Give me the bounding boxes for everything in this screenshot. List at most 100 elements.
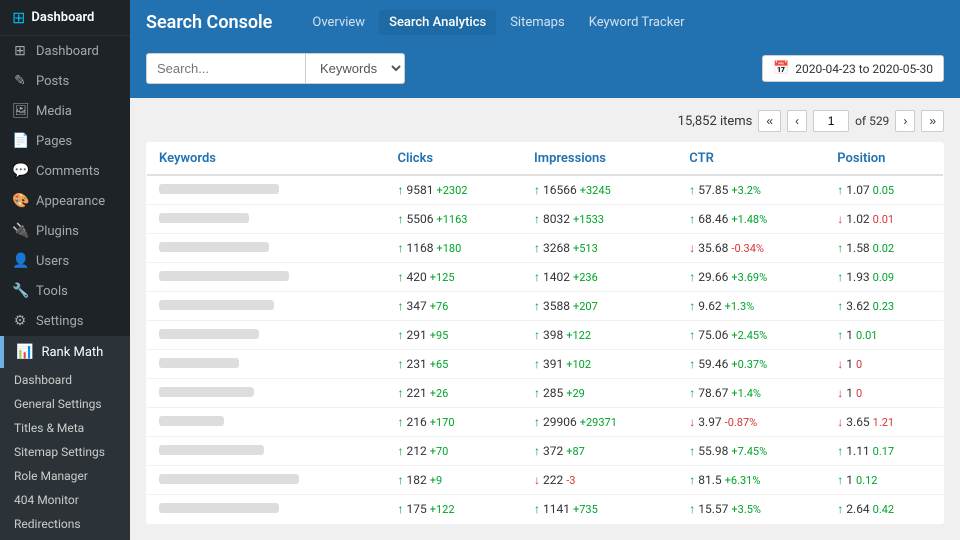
- impressions-value: 3268: [543, 241, 570, 255]
- ctr-cell: 78.67 +1.4%: [677, 379, 825, 408]
- clicks-cell: 9581 +2302: [386, 175, 523, 205]
- sidebar-item-rm-redirections[interactable]: Redirections: [0, 512, 130, 536]
- ctr-cell: 29.66 +3.69%: [677, 263, 825, 292]
- impressions-arrow: [534, 212, 540, 226]
- next-page-button[interactable]: ›: [895, 110, 915, 132]
- position-delta: 0: [856, 387, 862, 400]
- sidebar-item-plugins[interactable]: 🔌 Plugins: [0, 216, 130, 246]
- sidebar-item-rm-404[interactable]: 404 Monitor: [0, 488, 130, 512]
- sidebar-item-posts[interactable]: ✎ Posts: [0, 66, 130, 96]
- media-icon: 🖼: [12, 103, 28, 119]
- tab-overview[interactable]: Overview: [302, 10, 375, 35]
- ctr-delta: +1.48%: [731, 213, 767, 226]
- sidebar-item-media[interactable]: 🖼 Media: [0, 96, 130, 126]
- sidebar-item-rm-search-console[interactable]: Search Console: [0, 536, 130, 540]
- tab-search-analytics[interactable]: Search Analytics: [379, 10, 496, 35]
- last-page-button[interactable]: »: [921, 110, 944, 132]
- clicks-arrow: [398, 328, 404, 342]
- clicks-delta: +170: [430, 416, 455, 429]
- current-page-input[interactable]: [813, 110, 849, 132]
- position-arrow: [837, 270, 843, 284]
- col-header-clicks[interactable]: Clicks: [386, 143, 523, 176]
- sidebar-item-comments[interactable]: 💬 Comments: [0, 156, 130, 186]
- keyword-cell: [147, 175, 386, 205]
- sidebar-item-users[interactable]: 👤 Users: [0, 246, 130, 276]
- first-page-button[interactable]: «: [758, 110, 781, 132]
- sidebar-item-label: Tools: [36, 284, 68, 299]
- tab-sitemaps[interactable]: Sitemaps: [500, 10, 575, 35]
- ctr-arrow: [689, 473, 695, 487]
- position-value: 1: [846, 328, 853, 342]
- rm-404-label: 404 Monitor: [14, 493, 79, 507]
- ctr-delta: +3.5%: [731, 503, 761, 516]
- sidebar-item-pages[interactable]: 📄 Pages: [0, 126, 130, 156]
- sidebar-item-settings[interactable]: ⚙ Settings: [0, 306, 130, 336]
- table-row: 9581 +2302 16566 +3245 57.85 +3.2% 1.07 …: [147, 175, 944, 205]
- clicks-cell: 212 +70: [386, 437, 523, 466]
- impressions-value: 398: [543, 328, 563, 342]
- ctr-cell: 35.68 -0.34%: [677, 234, 825, 263]
- sidebar-item-rm-general[interactable]: General Settings: [0, 392, 130, 416]
- sidebar-logo[interactable]: ⊞ Dashboard: [0, 0, 130, 36]
- table-row: 347 +76 3588 +207 9.62 +1.3% 3.62 0.23: [147, 292, 944, 321]
- prev-page-button[interactable]: ‹: [787, 110, 807, 132]
- rm-titles-label: Titles & Meta: [14, 421, 84, 435]
- ctr-delta: -0.87%: [725, 416, 758, 429]
- keyword-cell: [147, 263, 386, 292]
- position-arrow: [837, 241, 843, 255]
- sidebar-item-rm-dashboard[interactable]: Dashboard: [0, 368, 130, 392]
- sidebar-item-label: Plugins: [36, 224, 79, 239]
- impressions-arrow: [534, 473, 540, 487]
- tab-keyword-tracker[interactable]: Keyword Tracker: [579, 10, 695, 35]
- col-header-ctr[interactable]: CTR: [677, 143, 825, 176]
- ctr-value: 57.85: [698, 183, 728, 197]
- position-delta: 0.12: [856, 474, 877, 487]
- impressions-value: 16566: [543, 183, 577, 197]
- position-cell: 1.02 0.01: [825, 205, 943, 234]
- keyword-cell: [147, 437, 386, 466]
- impressions-value: 391: [543, 357, 563, 371]
- position-cell: 2.64 0.42: [825, 495, 943, 524]
- sidebar-item-rm-sitemap[interactable]: Sitemap Settings: [0, 440, 130, 464]
- impressions-arrow: [534, 299, 540, 313]
- position-cell: 1.58 0.02: [825, 234, 943, 263]
- position-arrow: [837, 502, 843, 516]
- table-row: 5506 +1163 8032 +1533 68.46 +1.48% 1.02 …: [147, 205, 944, 234]
- impressions-arrow: [534, 357, 540, 371]
- impressions-cell: 222 -3: [522, 466, 677, 495]
- position-delta: 0.42: [873, 503, 894, 516]
- ctr-delta: +2.45%: [731, 329, 767, 342]
- position-delta: 0.09: [873, 271, 894, 284]
- search-input[interactable]: [146, 53, 306, 84]
- col-header-impressions[interactable]: Impressions: [522, 143, 677, 176]
- position-arrow: [837, 444, 843, 458]
- page-title: Search Console: [146, 12, 272, 33]
- sidebar-item-rm-role[interactable]: Role Manager: [0, 464, 130, 488]
- settings-icon: ⚙: [12, 313, 28, 329]
- search-dropdown[interactable]: Keywords: [306, 53, 405, 84]
- sidebar-item-appearance[interactable]: 🎨 Appearance: [0, 186, 130, 216]
- col-header-keywords[interactable]: Keywords: [147, 143, 386, 176]
- sidebar-item-rm-titles[interactable]: Titles & Meta: [0, 416, 130, 440]
- col-header-position[interactable]: Position: [825, 143, 943, 176]
- position-arrow: [837, 299, 843, 313]
- clicks-value: 221: [407, 386, 427, 400]
- date-picker[interactable]: 📅 2020-04-23 to 2020-05-30: [762, 55, 944, 82]
- ctr-value: 68.46: [698, 212, 728, 226]
- position-delta: 0.17: [873, 445, 894, 458]
- position-value: 1.02: [846, 212, 869, 226]
- impressions-value: 29906: [543, 415, 577, 429]
- sidebar: ⊞ Dashboard ⊞ Dashboard ✎ Posts 🖼 Media …: [0, 0, 130, 540]
- ctr-value: 15.57: [698, 502, 728, 516]
- impressions-cell: 3588 +207: [522, 292, 677, 321]
- sidebar-item-rank-math[interactable]: 📊 Rank Math: [0, 336, 130, 368]
- sidebar-item-tools[interactable]: 🔧 Tools: [0, 276, 130, 306]
- position-arrow: [837, 183, 843, 197]
- ctr-value: 9.62: [698, 299, 721, 313]
- clicks-cell: 231 +65: [386, 350, 523, 379]
- clicks-delta: +95: [430, 329, 449, 342]
- clicks-delta: +76: [430, 300, 449, 313]
- data-table: Keywords Clicks Impressions CTR Position…: [146, 142, 944, 524]
- keyword-cell: [147, 408, 386, 437]
- sidebar-item-dashboard[interactable]: ⊞ Dashboard: [0, 36, 130, 66]
